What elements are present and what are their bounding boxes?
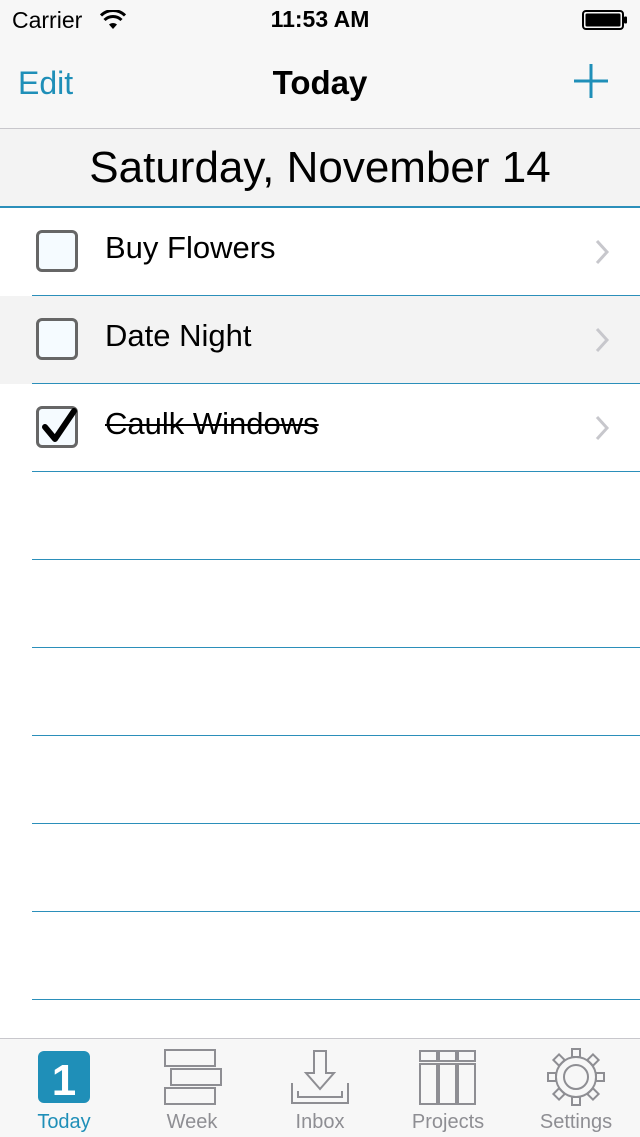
projects-icon bbox=[418, 1047, 478, 1107]
task-checkbox[interactable] bbox=[36, 230, 78, 272]
empty-row-line bbox=[32, 735, 640, 736]
date-header: Saturday, November 14 bbox=[0, 129, 640, 208]
tab-projects[interactable]: Projects bbox=[384, 1039, 512, 1137]
plus-icon[interactable] bbox=[572, 62, 610, 100]
today-calendar-icon: 1 bbox=[34, 1047, 94, 1107]
chevron-right-icon bbox=[594, 326, 610, 354]
chevron-right-icon bbox=[594, 238, 610, 266]
tab-week[interactable]: Week bbox=[128, 1039, 256, 1137]
inbox-icon bbox=[290, 1047, 350, 1107]
task-row[interactable]: Buy Flowers bbox=[0, 208, 640, 296]
tab-bar: 1 Today Week Inbox Projects Settings bbox=[0, 1038, 640, 1137]
tab-inbox[interactable]: Inbox bbox=[256, 1039, 384, 1137]
battery-icon bbox=[582, 10, 628, 30]
checkmark-icon bbox=[42, 408, 77, 442]
tab-label: Projects bbox=[411, 1111, 485, 1133]
task-row[interactable]: Caulk Windows bbox=[0, 384, 640, 472]
task-checkbox-checked[interactable] bbox=[36, 406, 78, 448]
chevron-right-icon bbox=[594, 414, 610, 442]
task-label: Date Night bbox=[105, 318, 252, 353]
tab-today[interactable]: 1 Today bbox=[0, 1039, 128, 1137]
tab-label: Week bbox=[166, 1111, 218, 1133]
task-label: Buy Flowers bbox=[105, 230, 276, 265]
empty-row-line bbox=[32, 823, 640, 824]
task-label-completed: Caulk Windows bbox=[105, 406, 319, 441]
today-badge: 1 bbox=[52, 1056, 76, 1105]
tab-label: Settings bbox=[539, 1111, 613, 1133]
tab-label: Today bbox=[37, 1111, 91, 1133]
page-title: Today bbox=[272, 64, 368, 101]
row-divider bbox=[32, 471, 640, 472]
status-bar: Carrier 11:53 AM bbox=[0, 0, 640, 40]
status-time: 11:53 AM bbox=[270, 6, 370, 32]
tab-settings[interactable]: Settings bbox=[512, 1039, 640, 1137]
empty-row-line bbox=[32, 559, 640, 560]
task-checkbox[interactable] bbox=[36, 318, 78, 360]
week-icon bbox=[162, 1047, 222, 1107]
empty-row-line bbox=[32, 999, 640, 1000]
nav-bar: Edit Today bbox=[0, 40, 640, 129]
task-row[interactable]: Date Night bbox=[0, 296, 640, 384]
empty-row-line bbox=[32, 911, 640, 912]
tab-label: Inbox bbox=[295, 1111, 345, 1133]
empty-row-line bbox=[32, 647, 640, 648]
gear-icon bbox=[546, 1047, 606, 1107]
